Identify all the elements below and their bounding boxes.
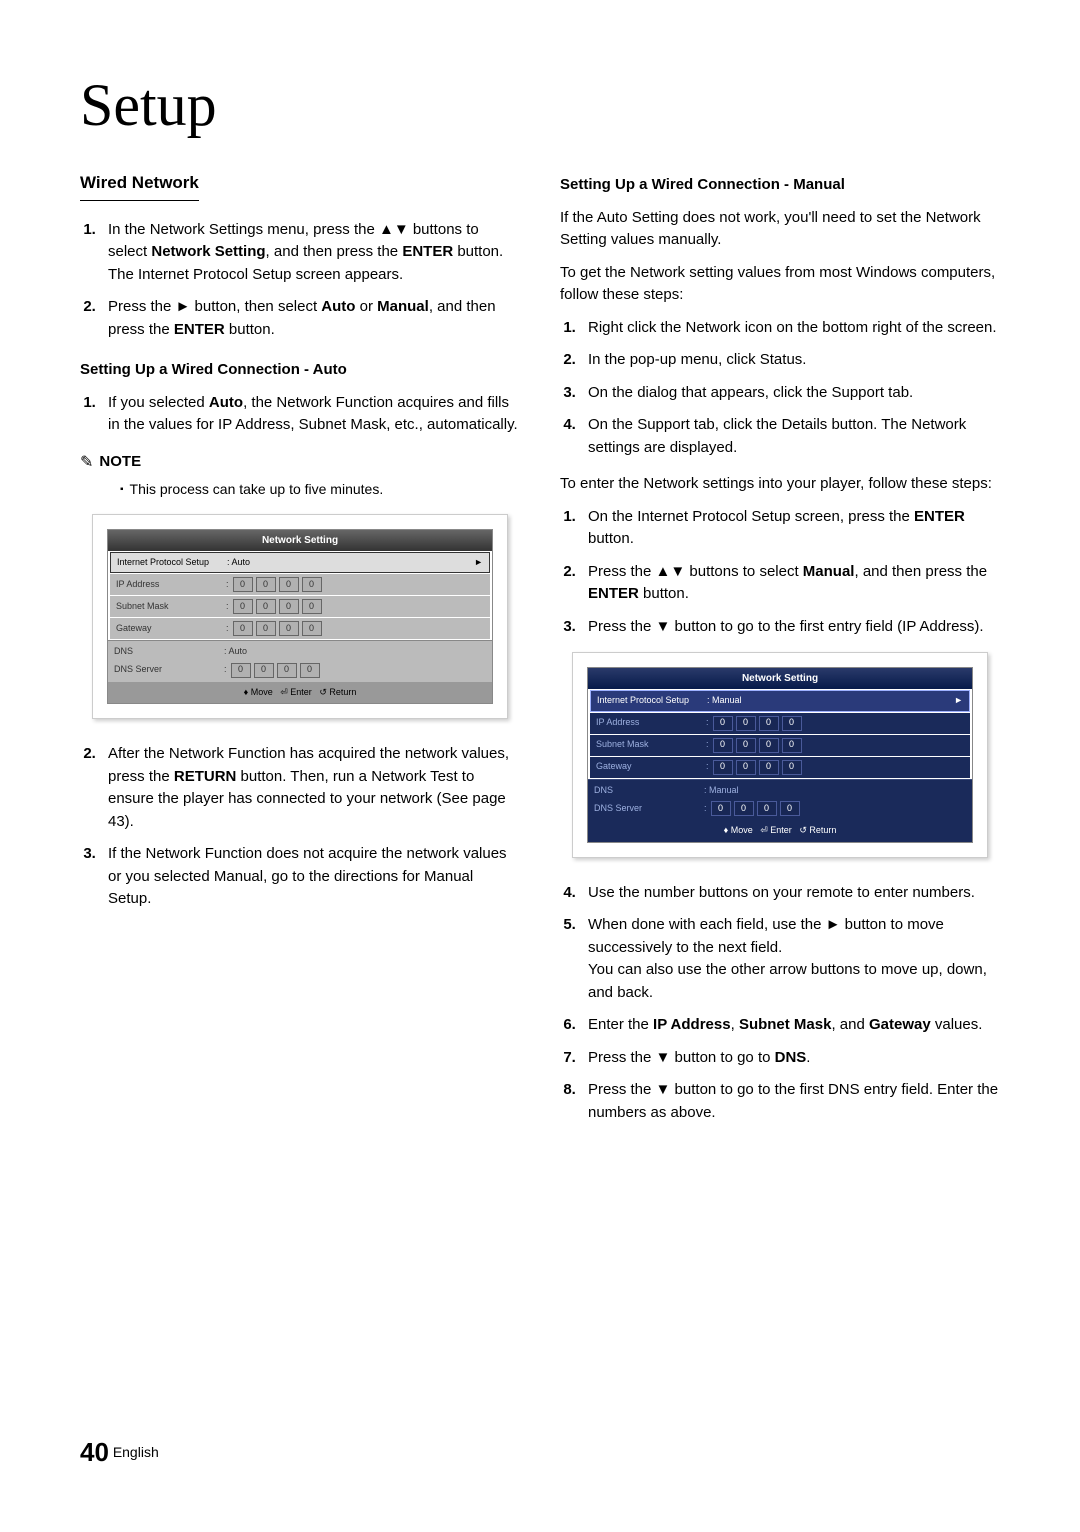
auto-continue-steps: After the Network Function has acquired … — [80, 743, 520, 911]
note-icon: ✎ — [80, 451, 93, 475]
dns-section: DNS : Auto DNS Server: 0000 — [108, 640, 492, 682]
screen-footer: ♦ Move ⏎ Enter ↺ Return — [108, 682, 492, 704]
intro-steps: In the Network Settings menu, press the … — [80, 219, 520, 342]
list-item: Press the ▼ button to go to the first DN… — [580, 1079, 1000, 1124]
subnet-row: Subnet Mask: 0000 — [110, 596, 490, 617]
note-body: This process can take up to five minutes… — [120, 479, 520, 500]
list-item: Press the ▲▼ buttons to select Manual, a… — [580, 561, 1000, 606]
page-number: 40 — [80, 1437, 109, 1467]
manual-intro-1: If the Auto Setting does not work, you'l… — [560, 207, 1000, 252]
screen-title: Network Setting — [588, 668, 972, 689]
manual-intro-2: To get the Network setting values from m… — [560, 262, 1000, 307]
ips-row: Internet Protocol Setup : Manual ► — [590, 690, 970, 712]
list-item: Enter the IP Address, Subnet Mask, and G… — [580, 1014, 1000, 1037]
left-column: Wired Network In the Network Settings me… — [80, 170, 520, 1138]
screen-title: Network Setting — [108, 530, 492, 551]
list-item: In the pop-up menu, click Status. — [580, 349, 1000, 372]
page-title: Setup — [80, 60, 1000, 150]
manual-subheading: Setting Up a Wired Connection - Manual — [560, 174, 1000, 197]
dns-section: DNS : Manual DNS Server: 0000 — [588, 779, 972, 821]
ip-row: IP Address: 0000 — [590, 713, 970, 734]
list-item: In the Network Settings menu, press the … — [100, 219, 520, 287]
enter-steps-part1: On the Internet Protocol Setup screen, p… — [560, 506, 1000, 639]
network-setting-manual-screenshot: Network Setting Internet Protocol Setup … — [572, 652, 988, 858]
list-item: On the Support tab, click the Details bu… — [580, 414, 1000, 459]
right-column: Setting Up a Wired Connection - Manual I… — [560, 170, 1000, 1138]
list-item: On the dialog that appears, click the Su… — [580, 382, 1000, 405]
list-item: When done with each field, use the ► but… — [580, 914, 1000, 1004]
ips-row: Internet Protocol Setup : Auto ► — [110, 552, 490, 574]
gateway-row: Gateway: 0000 — [110, 618, 490, 639]
note-heading: ✎ NOTE — [80, 451, 520, 475]
list-item: If the Network Function does not acquire… — [100, 843, 520, 911]
subnet-row: Subnet Mask: 0000 — [590, 735, 970, 756]
list-item: Press the ▼ button to go to the first en… — [580, 616, 1000, 639]
list-item: Press the ► button, then select Auto or … — [100, 296, 520, 341]
page-lang: English — [113, 1444, 159, 1460]
wired-network-heading: Wired Network — [80, 170, 199, 201]
enter-settings-intro: To enter the Network settings into your … — [560, 473, 1000, 496]
note-label: NOTE — [99, 451, 141, 474]
network-setting-auto-screenshot: Network Setting Internet Protocol Setup … — [92, 514, 508, 720]
enter-steps-part2: Use the number buttons on your remote to… — [560, 882, 1000, 1125]
list-item: Press the ▼ button to go to DNS. — [580, 1047, 1000, 1070]
list-item: If you selected Auto, the Network Functi… — [100, 392, 520, 437]
list-item: After the Network Function has acquired … — [100, 743, 520, 833]
gateway-row: Gateway: 0000 — [590, 757, 970, 778]
page-footer: 40 English — [80, 1433, 159, 1472]
windows-steps: Right click the Network icon on the bott… — [560, 317, 1000, 460]
list-item: On the Internet Protocol Setup screen, p… — [580, 506, 1000, 551]
auto-steps: If you selected Auto, the Network Functi… — [80, 392, 520, 437]
auto-subheading: Setting Up a Wired Connection - Auto — [80, 359, 520, 382]
list-item: Use the number buttons on your remote to… — [580, 882, 1000, 905]
screen-footer: ♦ Move ⏎ Enter ↺ Return — [588, 820, 972, 842]
list-item: Right click the Network icon on the bott… — [580, 317, 1000, 340]
ip-row: IP Address: 0000 — [110, 574, 490, 595]
